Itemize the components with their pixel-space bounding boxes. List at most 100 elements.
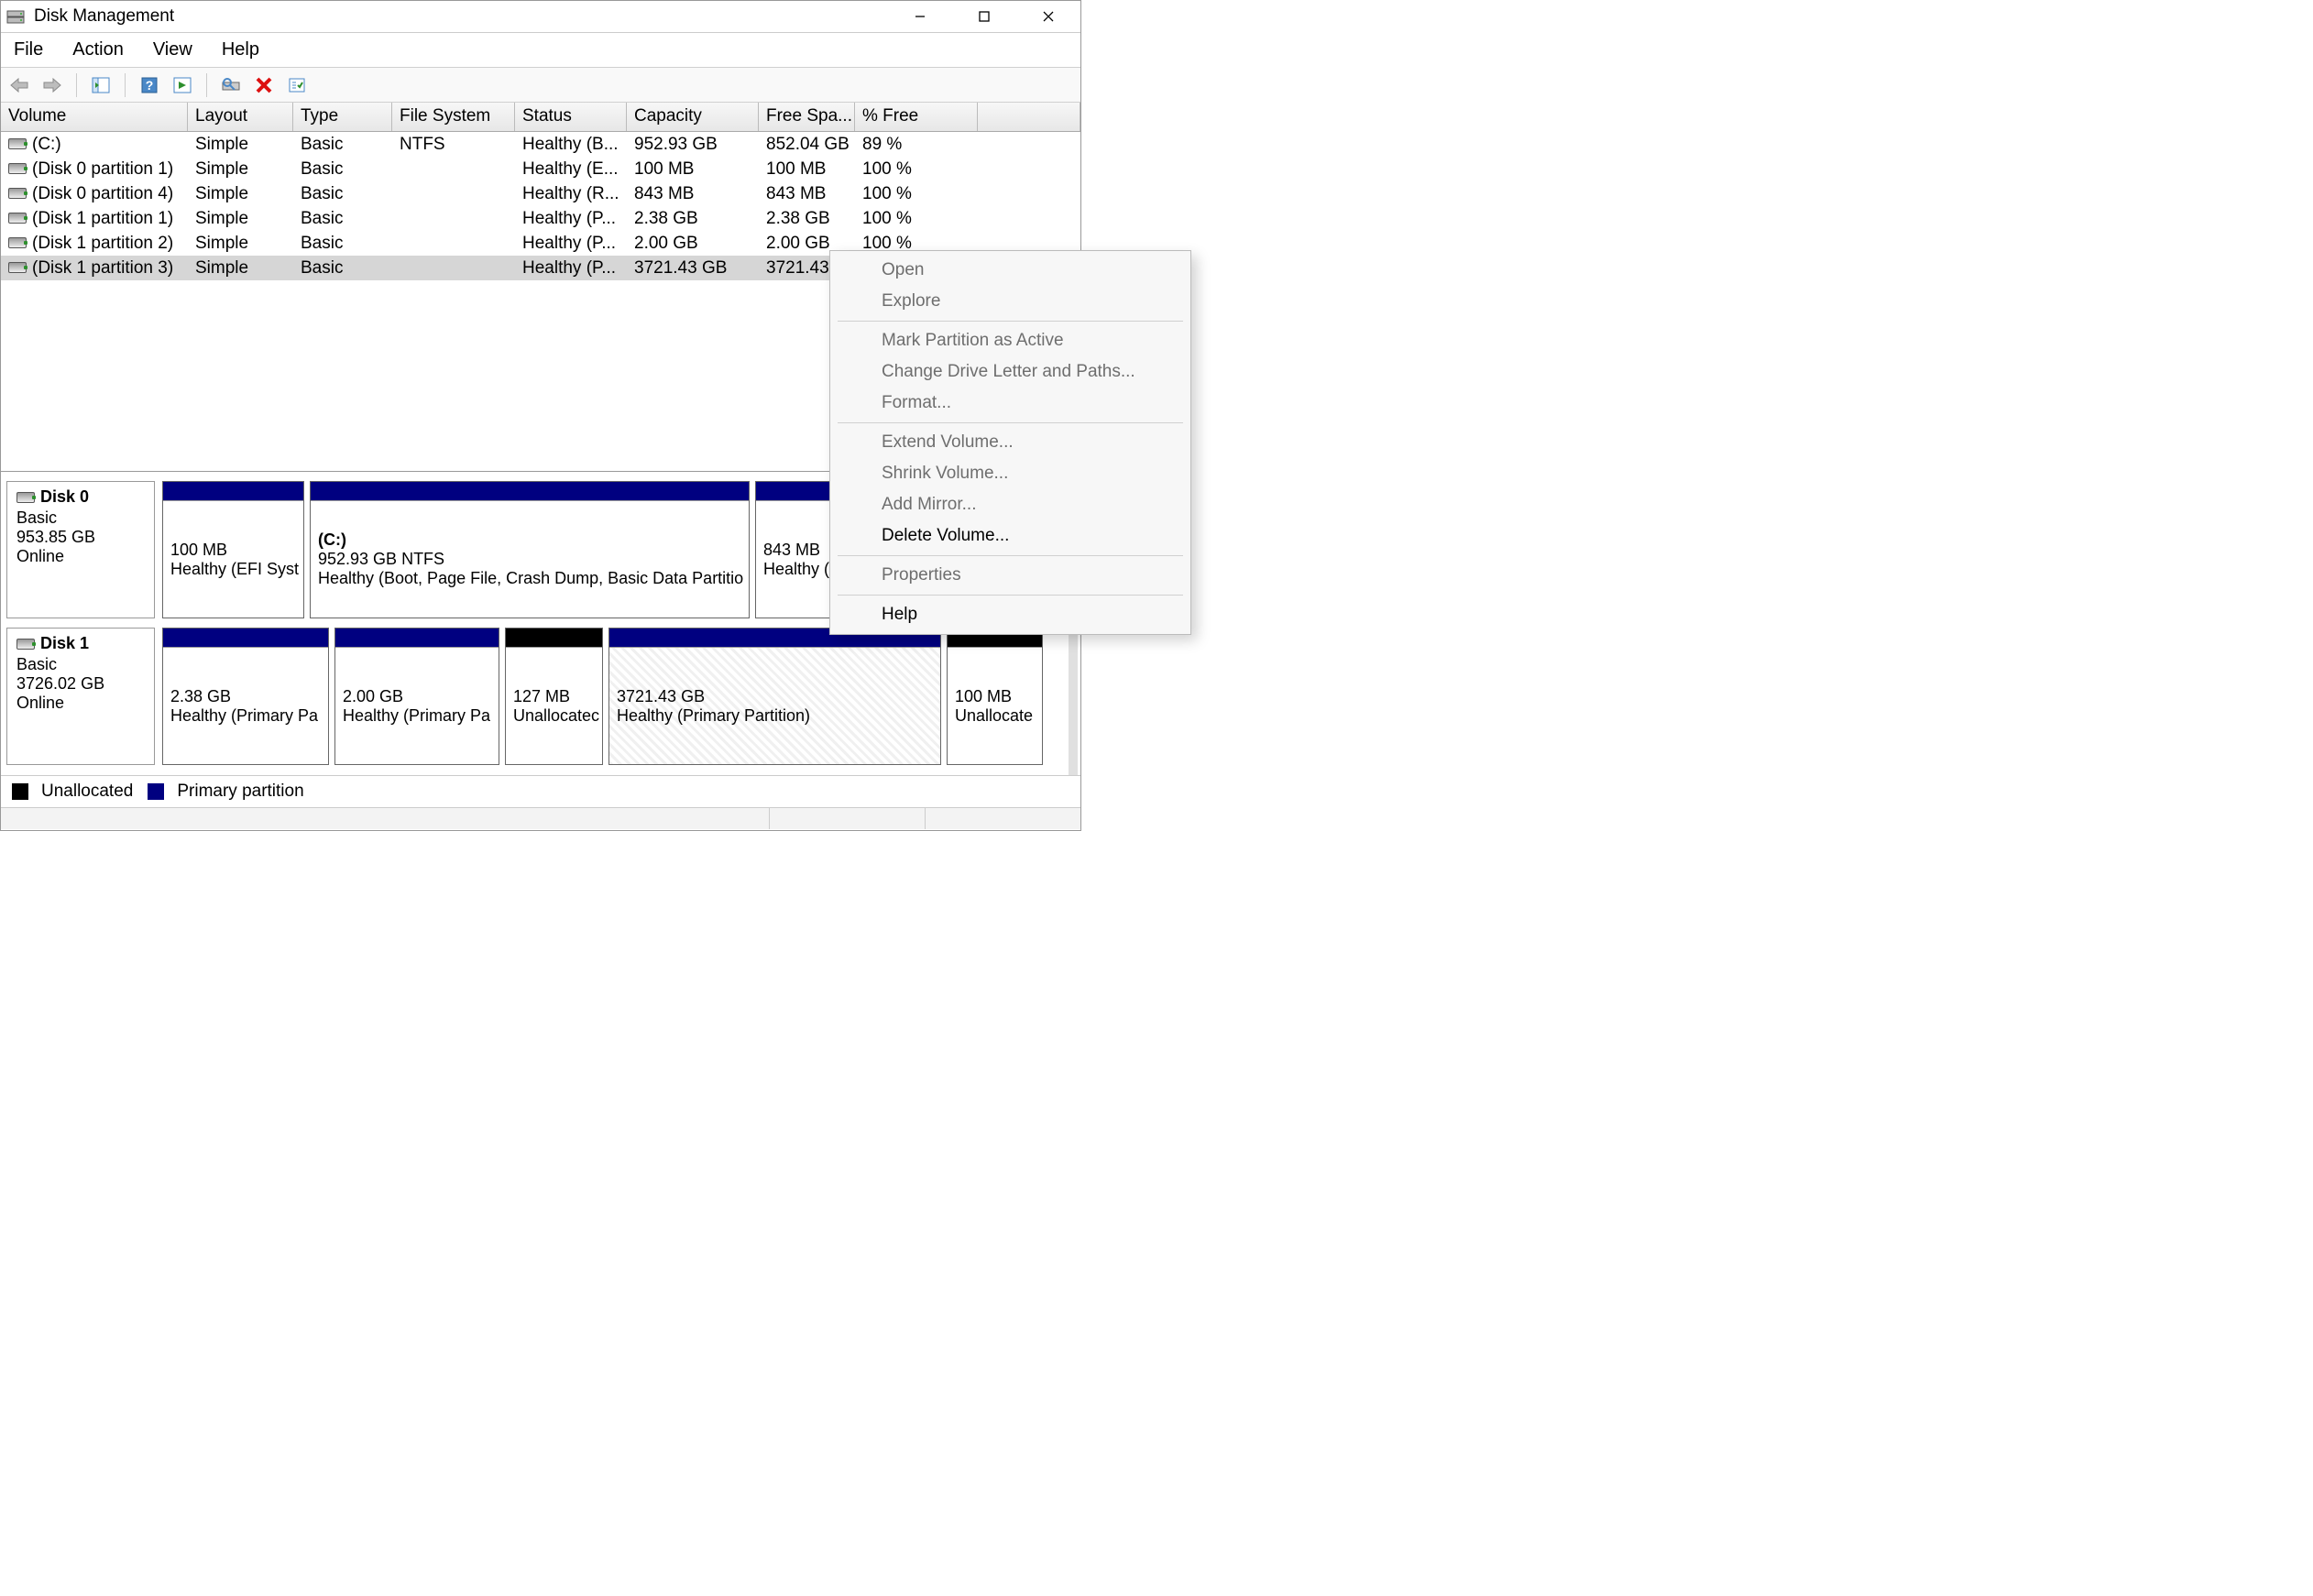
partition-size: 3721.43 GB <box>617 687 933 706</box>
context-menu-item[interactable]: Help <box>830 599 1190 630</box>
context-menu-item: Explore <box>830 286 1190 317</box>
context-menu-separator <box>838 595 1183 596</box>
disk-info[interactable]: Disk 0Basic953.85 GBOnline <box>6 481 155 618</box>
minimize-button[interactable] <box>888 1 952 32</box>
legend-primary-swatch <box>148 783 164 800</box>
volume-row[interactable]: (Disk 0 partition 1)SimpleBasicHealthy (… <box>1 157 1080 181</box>
volume-capacity: 100 MB <box>627 159 759 180</box>
disk-icon <box>8 262 27 273</box>
col-pct-free[interactable]: % Free <box>855 103 978 131</box>
disk-name: Disk 1 <box>40 634 89 652</box>
partition-block[interactable]: (C:)952.93 GB NTFSHealthy (Boot, Page Fi… <box>310 481 750 618</box>
menu-help[interactable]: Help <box>222 39 259 60</box>
disk-icon <box>16 492 35 503</box>
col-filesystem[interactable]: File System <box>392 103 515 131</box>
volume-layout: Simple <box>188 184 293 204</box>
volume-row[interactable]: (C:)SimpleBasicNTFSHealthy (B...952.93 G… <box>1 132 1080 157</box>
volume-type: Basic <box>293 184 392 204</box>
toolbar: ? <box>1 68 1080 103</box>
context-menu-item: Properties <box>830 560 1190 591</box>
disk-icon <box>8 213 27 224</box>
context-menu-item: Add Mirror... <box>830 489 1190 520</box>
partition-block[interactable]: 100 MBUnallocate <box>947 628 1043 765</box>
partition-body: 100 MBUnallocate <box>948 647 1042 764</box>
volume-fs: NTFS <box>392 135 515 155</box>
show-hide-console-button[interactable] <box>88 72 114 98</box>
maximize-button[interactable] <box>952 1 1016 32</box>
context-menu-separator <box>838 422 1183 423</box>
volume-row[interactable]: (Disk 0 partition 4)SimpleBasicHealthy (… <box>1 181 1080 206</box>
col-capacity[interactable]: Capacity <box>627 103 759 131</box>
primary-stripe <box>163 482 303 500</box>
partition-block[interactable]: 2.38 GBHealthy (Primary Pa <box>162 628 329 765</box>
col-volume[interactable]: Volume <box>1 103 188 131</box>
volume-status: Healthy (B... <box>515 135 627 155</box>
disk-type: Basic <box>16 508 145 528</box>
help-button[interactable]: ? <box>137 72 162 98</box>
partition-status: Unallocate <box>955 706 1035 726</box>
partition-status: Unallocatec <box>513 706 595 726</box>
legend-primary-label: Primary partition <box>177 782 303 802</box>
volume-type: Basic <box>293 209 392 229</box>
volume-name: (Disk 1 partition 3) <box>32 258 173 278</box>
partition-block[interactable]: 100 MBHealthy (EFI Syst <box>162 481 304 618</box>
partition-status: Healthy (EFI Syst <box>170 560 296 579</box>
col-free[interactable]: Free Spa... <box>759 103 855 131</box>
primary-stripe <box>311 482 749 500</box>
back-button[interactable] <box>6 72 32 98</box>
volume-type: Basic <box>293 258 392 279</box>
context-menu-item: Open <box>830 255 1190 286</box>
volume-list-header: Volume Layout Type File System Status Ca… <box>1 103 1080 132</box>
disk-info[interactable]: Disk 1Basic3726.02 GBOnline <box>6 628 155 765</box>
refresh-button[interactable] <box>170 72 195 98</box>
col-status[interactable]: Status <box>515 103 627 131</box>
volume-status: Healthy (P... <box>515 209 627 229</box>
volume-name: (Disk 1 partition 2) <box>32 234 173 253</box>
volume-status: Healthy (P... <box>515 258 627 279</box>
col-layout[interactable]: Layout <box>188 103 293 131</box>
partition-body: (C:)952.93 GB NTFSHealthy (Boot, Page Fi… <box>311 500 749 618</box>
volume-name: (Disk 0 partition 1) <box>32 159 173 179</box>
forward-button[interactable] <box>39 72 65 98</box>
context-menu-item: Mark Partition as Active <box>830 325 1190 356</box>
partition-container: 2.38 GBHealthy (Primary Pa2.00 GBHealthy… <box>162 628 1080 765</box>
window-title: Disk Management <box>34 6 174 27</box>
scan-disks-button[interactable] <box>218 72 244 98</box>
volume-pct: 89 % <box>855 135 978 155</box>
properties-button[interactable] <box>284 72 310 98</box>
legend: Unallocated Primary partition <box>1 775 1080 807</box>
menu-file[interactable]: File <box>14 39 43 60</box>
context-menu-item: Change Drive Letter and Paths... <box>830 356 1190 388</box>
partition-body: 2.00 GBHealthy (Primary Pa <box>335 647 499 764</box>
volume-status: Healthy (P... <box>515 234 627 254</box>
app-icon <box>6 7 25 26</box>
disk-type: Basic <box>16 655 145 674</box>
delete-button[interactable] <box>251 72 277 98</box>
menu-bar: File Action View Help <box>1 33 1080 68</box>
partition-size: 100 MB <box>955 687 1035 706</box>
svg-text:?: ? <box>146 78 154 93</box>
toolbar-separator <box>206 73 207 97</box>
partition-block[interactable]: 3721.43 GBHealthy (Primary Partition) <box>608 628 941 765</box>
context-menu-item[interactable]: Delete Volume... <box>830 520 1190 552</box>
volume-type: Basic <box>293 159 392 180</box>
status-bar <box>1 807 1080 829</box>
context-menu-item: Extend Volume... <box>830 427 1190 458</box>
disk-icon <box>8 163 27 174</box>
close-button[interactable] <box>1016 1 1080 32</box>
menu-view[interactable]: View <box>153 39 192 60</box>
menu-action[interactable]: Action <box>72 39 124 60</box>
volume-layout: Simple <box>188 234 293 254</box>
title-bar: Disk Management <box>1 1 1080 33</box>
volume-name: (Disk 1 partition 1) <box>32 209 173 228</box>
volume-status: Healthy (E... <box>515 159 627 180</box>
volume-pct: 100 % <box>855 184 978 204</box>
context-menu-separator <box>838 555 1183 556</box>
volume-capacity: 2.00 GB <box>627 234 759 254</box>
partition-block[interactable]: 127 MBUnallocatec <box>505 628 603 765</box>
primary-stripe <box>335 629 499 647</box>
volume-row[interactable]: (Disk 1 partition 1)SimpleBasicHealthy (… <box>1 206 1080 231</box>
partition-status: Healthy ( <box>763 560 834 579</box>
col-type[interactable]: Type <box>293 103 392 131</box>
partition-block[interactable]: 2.00 GBHealthy (Primary Pa <box>334 628 499 765</box>
